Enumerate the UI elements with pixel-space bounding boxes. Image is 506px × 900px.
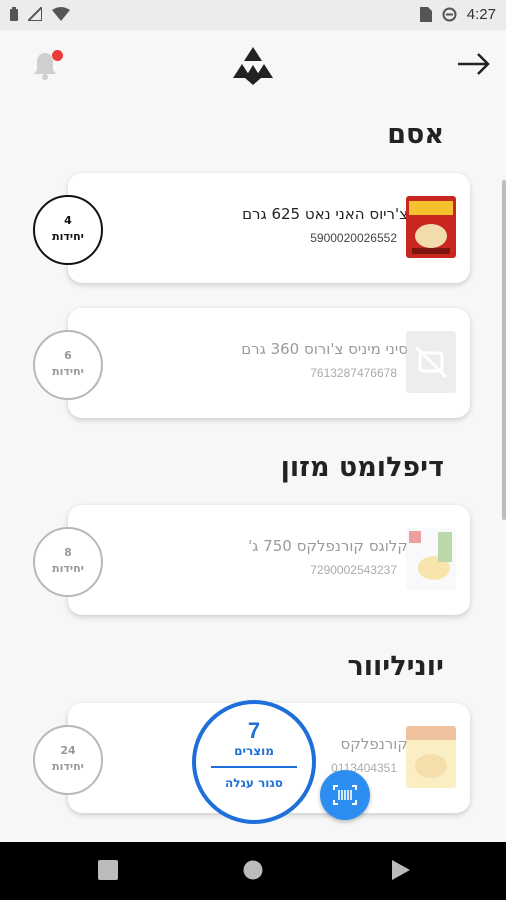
quantity-value: 8: [64, 546, 72, 559]
product-image-cheerios: [406, 196, 456, 258]
quantity-unit: יחידות: [52, 230, 84, 243]
no-image-icon: [406, 331, 456, 393]
system-nav-bar: [0, 842, 506, 900]
close-cart-button[interactable]: סגור עגלה: [196, 776, 312, 790]
section-title: יוניליוור: [347, 651, 444, 682]
arrow-right-icon[interactable]: [456, 50, 492, 78]
section-title: דיפלומט מזון: [280, 452, 444, 483]
product-barcode: 7613287476678: [310, 366, 397, 380]
recents-button-icon[interactable]: [98, 860, 118, 880]
product-image-corn-cereal: [406, 726, 456, 788]
cart-divider: [211, 766, 297, 768]
app-header: [0, 30, 506, 105]
sim-card-icon: [419, 7, 432, 22]
product-barcode: 5900020026552: [310, 231, 397, 245]
barcode-scan-icon: [333, 785, 357, 805]
product-card[interactable]: קלוגס קורנפלקס 750 ג' 7290002543237: [68, 505, 470, 615]
product-image-cornflakes: [406, 528, 456, 590]
signal-icon: [28, 7, 42, 21]
back-button-icon[interactable]: [392, 860, 410, 880]
data-saver-icon: [442, 7, 457, 22]
wifi-icon: [52, 7, 70, 21]
quantity-badge[interactable]: 24 יחידות: [33, 725, 103, 795]
notifications-button[interactable]: [30, 50, 64, 84]
quantity-value: 6: [64, 349, 72, 362]
app-logo-icon: [233, 47, 273, 85]
status-time: 4:27: [466, 6, 496, 23]
scrollbar[interactable]: [502, 180, 506, 520]
product-name: קורנפלקס: [340, 735, 408, 753]
quantity-value: 24: [60, 744, 76, 757]
quantity-value: 4: [64, 214, 72, 227]
cart-label: מוצרים: [234, 744, 274, 758]
quantity-unit: יחידות: [52, 562, 84, 575]
quantity-badge[interactable]: 6 יחידות: [33, 330, 103, 400]
scan-barcode-button[interactable]: [320, 770, 370, 820]
quantity-unit: יחידות: [52, 365, 84, 378]
quantity-badge[interactable]: 4 יחידות: [33, 195, 103, 265]
status-bar: 4:27: [0, 0, 506, 30]
notification-badge: [52, 50, 63, 61]
product-card[interactable]: סיני מיניס צ'ורוס 360 גרם 7613287476678: [68, 308, 470, 418]
product-name: צ'ריוס האני נאט 625 גרם: [242, 205, 408, 223]
product-card[interactable]: צ'ריוס האני נאט 625 גרם 5900020026552: [68, 173, 470, 283]
cart-summary-button[interactable]: 7 מוצרים סגור עגלה: [192, 700, 316, 824]
product-barcode: 7290002543237: [310, 563, 397, 577]
home-button-icon[interactable]: [243, 860, 263, 880]
product-name: סיני מיניס צ'ורוס 360 גרם: [241, 340, 408, 358]
cart-count: 7: [247, 718, 261, 743]
product-name: קלוגס קורנפלקס 750 ג': [248, 537, 408, 555]
quantity-badge[interactable]: 8 יחידות: [33, 527, 103, 597]
battery-saver-icon: [10, 7, 18, 21]
quantity-unit: יחידות: [52, 760, 84, 773]
section-title: אסם: [387, 119, 444, 150]
